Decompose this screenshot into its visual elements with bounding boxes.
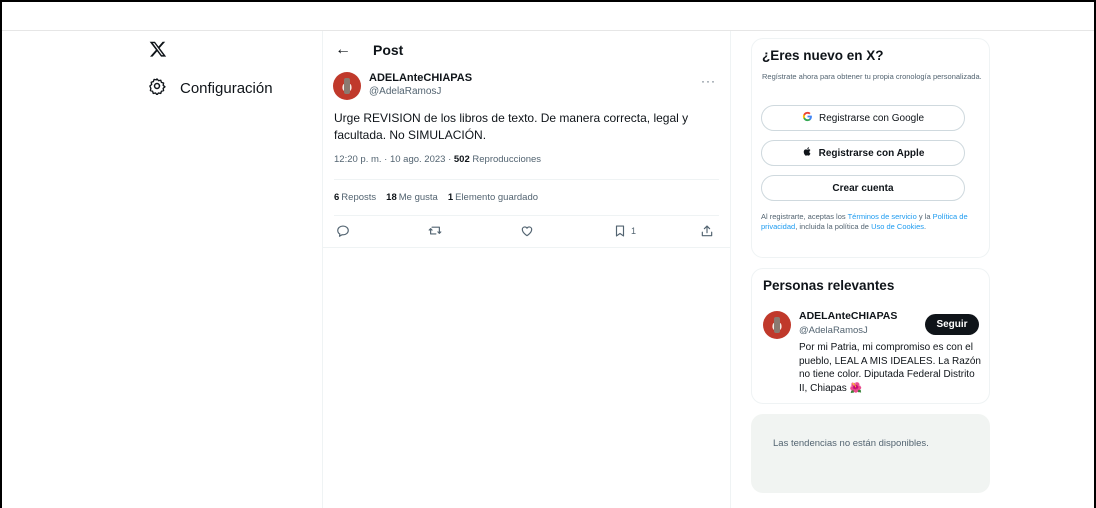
views-label: Reproducciones: [469, 154, 542, 165]
like-icon[interactable]: [520, 224, 534, 238]
post-actions: 1: [336, 224, 716, 240]
post-stats: 6 Reposts 18 Me gusta 1 Elemento guardado: [334, 192, 538, 203]
divider: [323, 247, 730, 248]
relevant-people-card: Personas relevantes ADELAnteCHIAPAS @Ade…: [751, 268, 990, 404]
google-icon: [802, 111, 813, 125]
cookies-link[interactable]: Uso de Cookies: [871, 222, 924, 231]
bookmark-icon[interactable]: 1: [613, 224, 636, 238]
relevant-user-handle[interactable]: @AdelaRamosJ: [799, 325, 868, 336]
relevant-user-name[interactable]: ADELAnteCHIAPAS: [799, 310, 897, 322]
terms-link[interactable]: Términos de servicio: [848, 212, 917, 221]
back-arrow-icon[interactable]: ←: [335, 41, 351, 59]
trends-card: Las tendencias no están disponibles.: [751, 414, 990, 493]
main-column: ← Post ADELAnteCHIAPAS @AdelaRamosJ ··· …: [322, 31, 731, 508]
relevant-title: Personas relevantes: [763, 278, 895, 293]
author-handle[interactable]: @AdelaRamosJ: [369, 85, 472, 98]
signup-google-button[interactable]: Registrarse con Google: [761, 105, 965, 131]
apple-icon: [802, 146, 813, 160]
reposts-stat[interactable]: 6 Reposts: [334, 192, 376, 203]
nav-settings[interactable]: Configuración: [148, 77, 273, 99]
post-timestamp[interactable]: 12:20 p. m. · 10 ago. 2023 ·: [334, 154, 454, 165]
bookmark-count: 1: [631, 226, 637, 236]
signup-title: ¿Eres nuevo en X?: [762, 48, 884, 63]
follow-button[interactable]: Seguir: [925, 314, 979, 335]
create-account-button[interactable]: Crear cuenta: [761, 175, 965, 201]
apple-button-label: Registrarse con Apple: [818, 147, 925, 159]
signup-card: ¿Eres nuevo en X? Regístrate ahora para …: [751, 38, 990, 258]
avatar[interactable]: [763, 311, 791, 339]
gear-icon: [148, 77, 166, 99]
author-name[interactable]: ADELAnteCHIAPAS: [369, 72, 472, 85]
page-title: Post: [373, 42, 404, 58]
browser-top-bar: [2, 2, 1094, 31]
post-meta: 12:20 p. m. · 10 ago. 2023 · 502 Reprodu…: [334, 154, 541, 165]
bookmarks-stat: 1 Elemento guardado: [447, 192, 539, 203]
legal-text-mid: y la: [916, 212, 933, 221]
share-icon[interactable]: [700, 224, 714, 238]
signup-legal-text: Al registrarte, aceptas los Términos de …: [761, 212, 983, 232]
reply-icon[interactable]: [336, 224, 350, 238]
signup-apple-button[interactable]: Registrarse con Apple: [761, 140, 965, 166]
trends-unavailable-message: Las tendencias no están disponibles.: [773, 438, 929, 449]
post-author[interactable]: ADELAnteCHIAPAS @AdelaRamosJ: [333, 72, 472, 100]
post-text: Urge REVISION de los libros de texto. De…: [334, 111, 689, 142]
signup-subtitle: Regístrate ahora para obtener tu propia …: [762, 72, 982, 81]
legal-text-prefix: Al registrarte, aceptas los: [761, 212, 848, 221]
google-button-label: Registrarse con Google: [818, 112, 925, 124]
repost-icon[interactable]: [428, 224, 442, 238]
create-account-label: Crear cuenta: [832, 182, 894, 194]
legal-text-end: .: [924, 222, 927, 231]
settings-label: Configuración: [180, 79, 273, 97]
divider: [334, 215, 719, 216]
legal-text-mid2: , incluida la política de: [795, 222, 872, 231]
more-options-icon[interactable]: ···: [701, 74, 716, 88]
post-header: ← Post: [335, 41, 403, 59]
likes-stat[interactable]: 18 Me gusta: [386, 192, 438, 203]
relevant-user-bio: Por mi Patria, mi compromiso es con el p…: [799, 342, 981, 394]
views-count: 502: [453, 154, 470, 165]
divider: [334, 179, 719, 180]
avatar[interactable]: [333, 72, 361, 100]
x-logo-icon[interactable]: [149, 40, 167, 58]
